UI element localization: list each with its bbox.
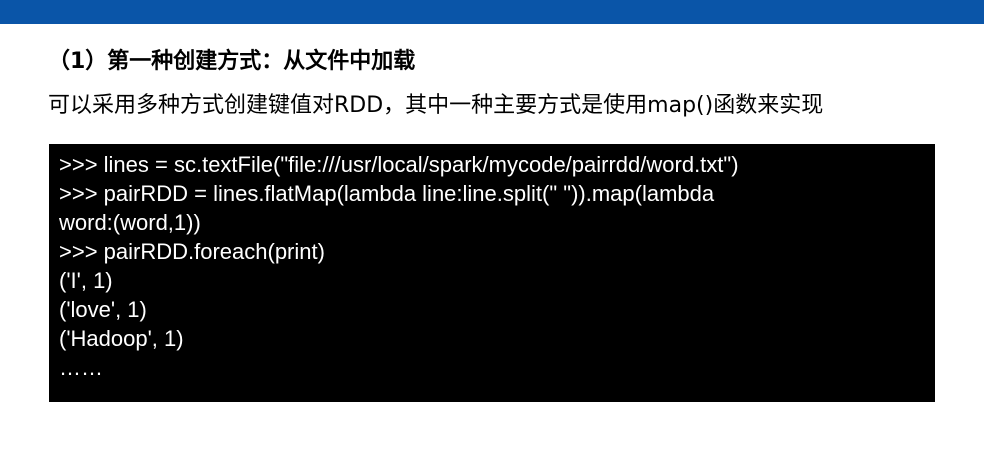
- code-block: >>> lines = sc.textFile("file:///usr/loc…: [49, 144, 935, 402]
- code-line: word:(word,1)): [59, 210, 201, 235]
- description-text: 可以采用多种方式创建键值对RDD，其中一种主要方式是使用map()函数来实现: [48, 93, 824, 118]
- code-line: >>> pairRDD = lines.flatMap(lambda line:…: [59, 181, 715, 206]
- code-output-line: ('I', 1): [59, 268, 113, 293]
- code-ellipsis: ……: [59, 355, 103, 380]
- code-output-line: ('Hadoop', 1): [59, 326, 184, 351]
- section-title: （1）第一种创建方式：从文件中加载: [48, 49, 416, 74]
- top-banner-bar: [0, 0, 984, 24]
- code-line: >>> pairRDD.foreach(print): [59, 239, 325, 264]
- code-output-line: ('love', 1): [59, 297, 147, 322]
- code-line: >>> lines = sc.textFile("file:///usr/loc…: [59, 152, 739, 177]
